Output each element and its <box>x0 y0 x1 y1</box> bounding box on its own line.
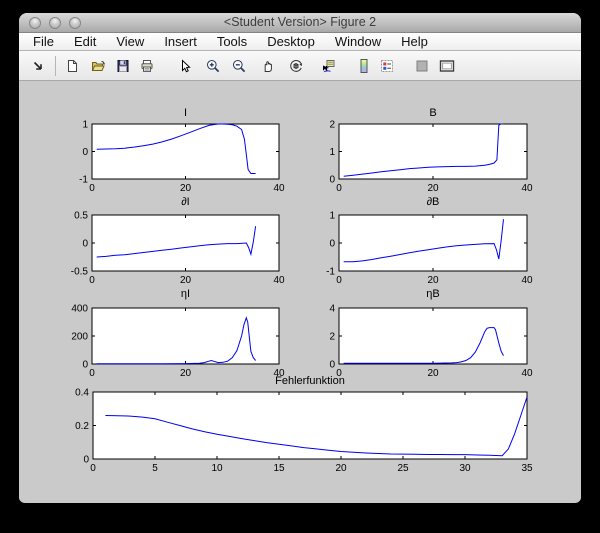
svg-text:30: 30 <box>459 463 471 474</box>
toolbar-colorbar-button[interactable] <box>353 55 375 77</box>
menu-item-file[interactable]: File <box>23 33 64 50</box>
rotate-3d-icon <box>288 58 304 74</box>
toolbar-separator <box>55 56 56 76</box>
svg-text:0: 0 <box>336 275 342 286</box>
subplot-dI[interactable]: 02040-0.500.5ηI <box>52 195 319 301</box>
svg-text:I: I <box>184 107 187 119</box>
zoom-in-icon <box>205 58 221 74</box>
subplot-I[interactable]: 02040-101I∂I <box>52 104 319 209</box>
svg-text:0: 0 <box>90 463 96 474</box>
toolbar-show-plottools-button[interactable] <box>436 55 458 77</box>
svg-text:20: 20 <box>427 183 439 194</box>
svg-text:0: 0 <box>82 147 88 158</box>
figure-canvas: 02040-101I∂I02040012B∂B02040-0.500.5ηI02… <box>19 81 581 502</box>
zoom-button[interactable] <box>69 17 81 29</box>
svg-text:0: 0 <box>336 183 342 194</box>
svg-text:-1: -1 <box>79 175 88 186</box>
menu-item-window[interactable]: Window <box>325 33 391 50</box>
legend-icon <box>379 58 395 74</box>
toolbar-save-button[interactable] <box>112 55 134 77</box>
svg-text:-1: -1 <box>326 267 335 278</box>
svg-text:0: 0 <box>89 183 95 194</box>
svg-text:200: 200 <box>71 332 88 343</box>
svg-text:0: 0 <box>83 455 89 466</box>
minimize-button[interactable] <box>49 17 61 29</box>
toolbar-edit-cursor-button[interactable] <box>174 55 196 77</box>
subplot-fehlerfunktion[interactable]: 0 5 10 15 20 25 30 35 0 0.2 0.4 Fehlerfunktion <box>53 372 567 489</box>
pan-hand-icon <box>260 58 276 74</box>
svg-text:0: 0 <box>82 360 88 371</box>
svg-text:0.2: 0.2 <box>75 421 89 432</box>
toolbar-rotate-3d-button[interactable] <box>285 55 307 77</box>
svg-text:0: 0 <box>329 239 335 250</box>
svg-text:0.5: 0.5 <box>74 211 88 222</box>
title-bar[interactable]: <Student Version> Figure 2 <box>19 13 581 33</box>
toolbar-pan-hand-button[interactable] <box>257 55 279 77</box>
svg-text:20: 20 <box>427 275 439 286</box>
toolbar-zoom-out-button[interactable] <box>228 55 250 77</box>
svg-text:2: 2 <box>329 332 335 343</box>
open-folder-icon <box>90 58 106 74</box>
svg-text:20: 20 <box>180 275 192 286</box>
svg-text:15: 15 <box>273 463 285 474</box>
toolbar-new-document-button[interactable] <box>61 55 83 77</box>
zoom-out-icon <box>231 58 247 74</box>
figure-window: <Student Version> Figure 2 FileEditViewI… <box>19 13 581 503</box>
menu-item-help[interactable]: Help <box>391 33 438 50</box>
toolbar-hide-plottools-button[interactable] <box>411 55 433 77</box>
svg-text:40: 40 <box>273 275 285 286</box>
svg-text:400: 400 <box>71 304 88 315</box>
edit-cursor-icon <box>177 58 193 74</box>
menu-item-edit[interactable]: Edit <box>64 33 106 50</box>
print-icon <box>139 58 155 74</box>
toolbar <box>19 51 581 81</box>
subplot-dB[interactable]: 02040-101ηB <box>299 195 567 301</box>
svg-text:0: 0 <box>329 175 335 186</box>
menu-item-insert[interactable]: Insert <box>154 33 207 50</box>
svg-text:2: 2 <box>329 120 335 131</box>
toolbar-legend-button[interactable] <box>376 55 398 77</box>
svg-text:0: 0 <box>82 239 88 250</box>
window-title: <Student Version> Figure 2 <box>224 15 376 29</box>
svg-text:40: 40 <box>521 275 533 286</box>
toolbar-open-folder-button[interactable] <box>87 55 109 77</box>
svg-text:0: 0 <box>329 360 335 371</box>
data-cursor-icon <box>320 58 336 74</box>
svg-text:-0.5: -0.5 <box>71 267 89 278</box>
svg-text:35: 35 <box>521 463 533 474</box>
svg-text:1: 1 <box>82 120 88 131</box>
svg-text:0: 0 <box>89 275 95 286</box>
toolbar-dock-arrow-button[interactable] <box>27 55 49 77</box>
svg-text:40: 40 <box>273 183 285 194</box>
show-plottools-icon <box>439 58 455 74</box>
new-document-icon <box>64 58 80 74</box>
menu-item-tools[interactable]: Tools <box>207 33 257 50</box>
dock-arrow-icon <box>30 58 46 74</box>
menu-item-view[interactable]: View <box>106 33 154 50</box>
svg-text:0.4: 0.4 <box>75 388 89 399</box>
svg-text:20: 20 <box>335 463 347 474</box>
save-icon <box>115 58 131 74</box>
toolbar-print-button[interactable] <box>136 55 158 77</box>
svg-text:40: 40 <box>521 183 533 194</box>
toolbar-zoom-in-button[interactable] <box>202 55 224 77</box>
svg-text:20: 20 <box>180 183 192 194</box>
svg-text:Fehlerfunktion: Fehlerfunktion <box>275 375 345 387</box>
svg-text:1: 1 <box>329 147 335 158</box>
svg-text:10: 10 <box>211 463 223 474</box>
svg-text:25: 25 <box>397 463 409 474</box>
svg-text:4: 4 <box>329 304 335 315</box>
colorbar-icon <box>356 58 372 74</box>
svg-text:1: 1 <box>329 211 335 222</box>
svg-text:5: 5 <box>152 463 158 474</box>
subplot-B[interactable]: 02040012B∂B <box>299 104 567 209</box>
close-button[interactable] <box>29 17 41 29</box>
toolbar-data-cursor-button[interactable] <box>317 55 339 77</box>
menu-item-desktop[interactable]: Desktop <box>257 33 325 50</box>
svg-text:B: B <box>429 107 436 119</box>
menu-bar: FileEditViewInsertToolsDesktopWindowHelp <box>19 33 581 51</box>
hide-plottools-icon <box>414 58 430 74</box>
